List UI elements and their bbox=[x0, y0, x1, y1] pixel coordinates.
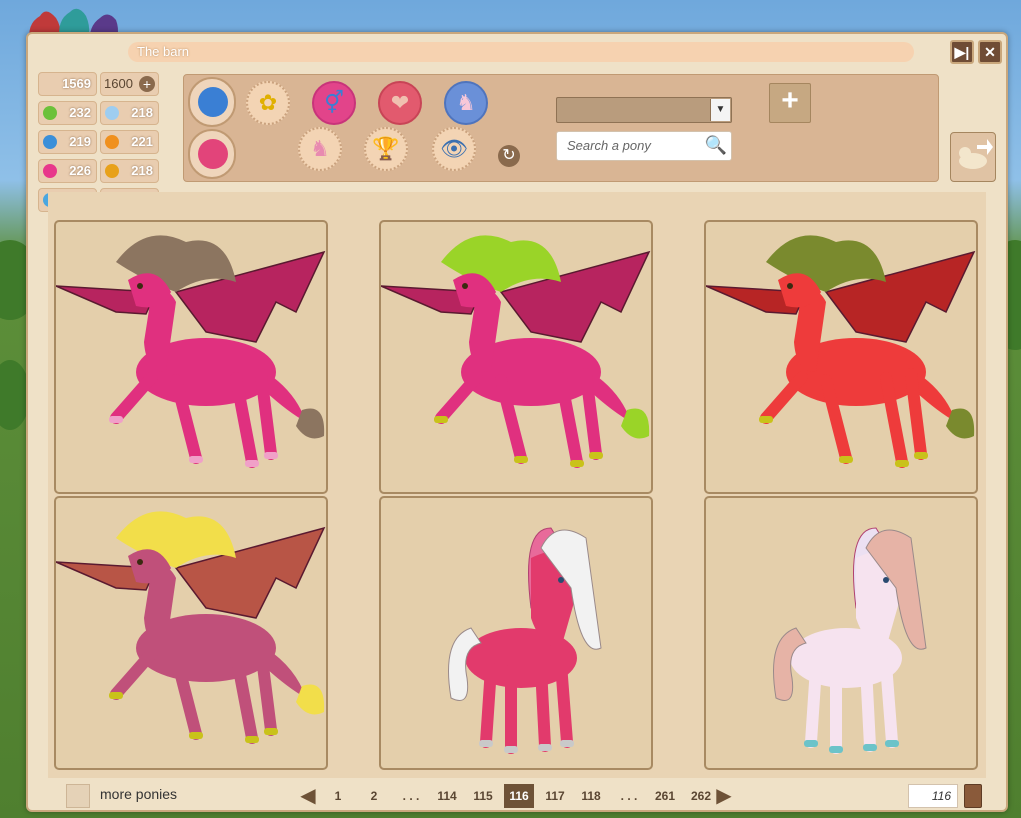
pony-card[interactable] bbox=[54, 496, 328, 770]
next-page-icon[interactable]: ▶ bbox=[716, 784, 732, 808]
search-field[interactable]: Search a pony 🔍 bbox=[556, 131, 732, 161]
pony-card[interactable] bbox=[704, 496, 978, 770]
pony-image bbox=[381, 235, 651, 468]
category-select[interactable]: ▼ bbox=[556, 97, 732, 123]
search-input[interactable]: Search a pony bbox=[567, 138, 651, 153]
search-icon[interactable]: 🔍 bbox=[705, 135, 727, 156]
pony-image bbox=[448, 527, 602, 754]
pony-card[interactable] bbox=[704, 220, 978, 494]
tab-favorites[interactable] bbox=[188, 129, 236, 179]
export-pony-button[interactable] bbox=[950, 132, 996, 182]
filter-colors[interactable]: ✿ bbox=[246, 81, 290, 125]
apple-icon bbox=[43, 106, 57, 120]
palette-icon: ✿ bbox=[258, 90, 278, 115]
close-icon: ✕ bbox=[984, 44, 996, 60]
paw-icon bbox=[105, 164, 119, 178]
page-link[interactable]: 2 bbox=[360, 784, 388, 808]
fire-icon bbox=[105, 135, 119, 149]
trophy-icon: 🏆 bbox=[372, 136, 400, 161]
chevron-down-icon: ▼ bbox=[710, 99, 730, 121]
page-ellipsis: . . . bbox=[620, 789, 638, 803]
more-ponies-label: more ponies bbox=[100, 786, 178, 802]
pony-grid bbox=[48, 192, 986, 778]
filter-toolbar: ✿ ⚥ ❤ ♞ ♞ 🏆 👁 ↻ ▼ Search a pony 🔍 + bbox=[183, 74, 939, 182]
page-link[interactable]: 118 bbox=[576, 784, 606, 808]
pony-image bbox=[56, 235, 326, 468]
page-link[interactable]: 116 bbox=[504, 784, 534, 808]
close-button[interactable]: ✕ bbox=[978, 40, 1002, 64]
filter-gender[interactable]: ⚥ bbox=[312, 81, 356, 125]
bottom-bar: more ponies ◀ 12. . . 114 115 116 117 118. . … bbox=[28, 782, 1006, 810]
pony-export-icon bbox=[959, 139, 993, 169]
stat-apple: 232 bbox=[38, 101, 97, 125]
reset-filters-button[interactable]: ↻ bbox=[498, 145, 520, 167]
stat-heart: 226 bbox=[38, 159, 97, 183]
stat-coins: 1569 bbox=[38, 72, 97, 96]
add-folder-button[interactable]: + bbox=[769, 83, 811, 123]
page-link[interactable]: 261 bbox=[650, 784, 680, 808]
minimize-button[interactable]: ▶| bbox=[950, 40, 974, 64]
go-page-button[interactable] bbox=[964, 784, 982, 808]
page-link[interactable]: 1 bbox=[324, 784, 352, 808]
page-link[interactable]: 262 bbox=[686, 784, 716, 808]
page-number-input[interactable]: 116 bbox=[908, 784, 958, 808]
window-title: The barn bbox=[128, 42, 914, 62]
refresh-icon: ↻ bbox=[502, 147, 516, 164]
pony-image bbox=[773, 527, 927, 754]
folder-star-icon bbox=[198, 87, 228, 117]
star-icon bbox=[198, 139, 228, 169]
page-ellipsis: . . . bbox=[402, 789, 420, 803]
eye-icon: 👁 bbox=[440, 136, 468, 161]
stat-fire: 221 bbox=[100, 130, 159, 154]
filter-trophy[interactable]: 🏆 bbox=[364, 127, 408, 171]
stat-max-coins[interactable]: 1600 + bbox=[100, 72, 159, 96]
barn-window: The barn ▶| ✕ 1569 1600 + 232 218 219 22… bbox=[26, 32, 1008, 812]
stat-footprint: 219 bbox=[38, 130, 97, 154]
pony-pair-icon: ♞ bbox=[456, 90, 476, 115]
pony-card[interactable] bbox=[379, 496, 653, 770]
page-link[interactable]: 115 bbox=[468, 784, 498, 808]
stat-paw: 218 bbox=[100, 159, 159, 183]
pony-card[interactable] bbox=[54, 220, 328, 494]
page-link[interactable]: 114 bbox=[432, 784, 462, 808]
filter-love[interactable]: ❤ bbox=[378, 81, 422, 125]
collapse-icon: ▶| bbox=[954, 44, 970, 60]
cloud-icon bbox=[105, 106, 119, 120]
filter-eyes[interactable]: 👁 bbox=[432, 127, 476, 171]
heart-icon bbox=[43, 164, 57, 178]
pony-image bbox=[56, 511, 326, 744]
prev-page-icon[interactable]: ◀ bbox=[300, 784, 316, 808]
add-coins-icon[interactable]: + bbox=[139, 76, 155, 92]
filter-race[interactable]: ♞ bbox=[298, 127, 342, 171]
pony-card[interactable] bbox=[379, 220, 653, 494]
gender-icon: ⚥ bbox=[324, 90, 344, 115]
filter-pair[interactable]: ♞ bbox=[444, 81, 488, 125]
page-link[interactable]: 117 bbox=[540, 784, 570, 808]
more-ponies-checkbox[interactable] bbox=[66, 784, 90, 808]
pony-image bbox=[706, 235, 976, 468]
heart-ring-icon: ❤ bbox=[390, 90, 410, 115]
footprint-icon bbox=[43, 135, 57, 149]
tab-folder[interactable] bbox=[188, 77, 236, 127]
unicorn-icon: ♞ bbox=[310, 136, 330, 161]
stat-cloud: 218 bbox=[100, 101, 159, 125]
